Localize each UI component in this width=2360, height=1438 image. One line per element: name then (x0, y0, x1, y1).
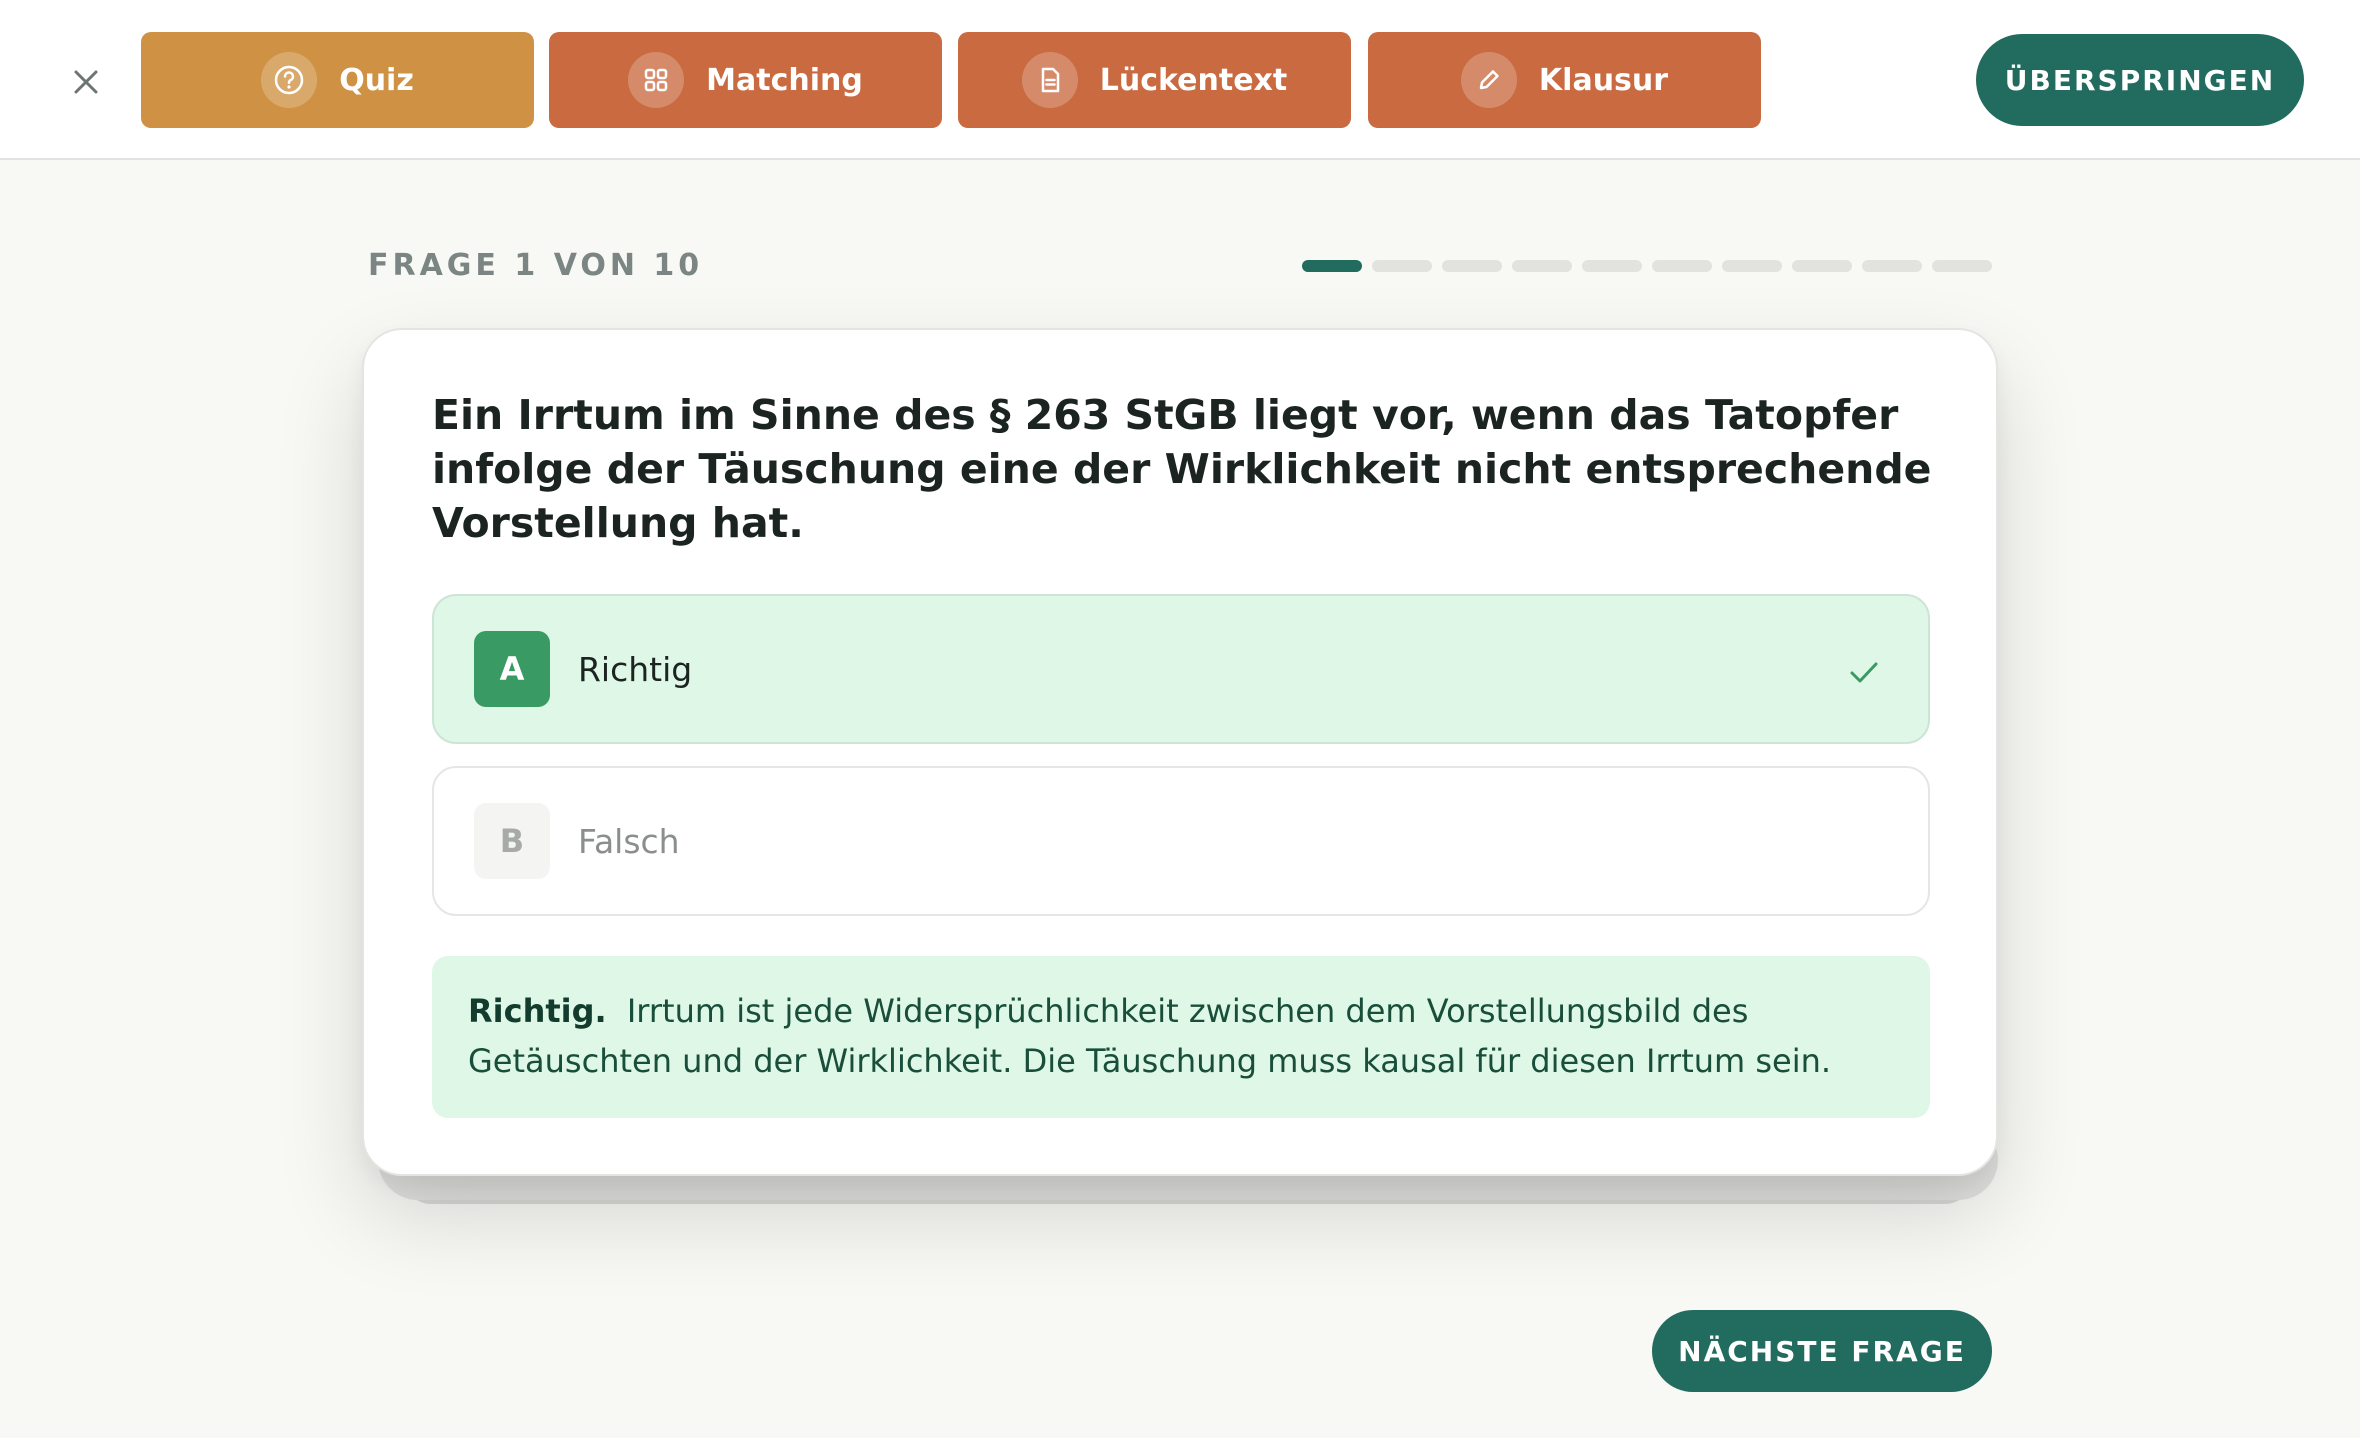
close-icon (74, 70, 98, 94)
progress-dot (1302, 260, 1362, 272)
progress-dot (1932, 260, 1992, 272)
question-text: Ein Irrtum im Sinne des § 263 StGB liegt… (432, 391, 1932, 547)
progress-dots (1302, 260, 1992, 272)
checkmark-icon (1850, 662, 1878, 683)
tab-label: Lückentext (1099, 62, 1288, 98)
option-letter: B (474, 803, 550, 879)
pencil-icon (1460, 52, 1517, 108)
question-counter: FRAGE 1 VON 10 (368, 248, 704, 283)
skip-button[interactable]: ÜBERSPRINGEN (1976, 34, 2304, 126)
grid-icon (628, 52, 685, 108)
option-label: Richtig (578, 649, 693, 689)
progress-dot (1372, 260, 1432, 272)
option-letter: A (474, 631, 550, 707)
progress-dot (1862, 260, 1922, 272)
progress-dot (1442, 260, 1502, 272)
progress-dot (1792, 260, 1852, 272)
question-card: Ein Irrtum im Sinne des § 263 StGB liegt… (362, 328, 1998, 1176)
progress-dot (1722, 260, 1782, 272)
feedback-box: Richtig. Irrtum ist jede Widersprüchlich… (432, 956, 1930, 1118)
feedback-title: Richtig. (468, 992, 607, 1030)
tab-label: Klausur (1538, 62, 1669, 98)
tab-label: Matching (706, 62, 863, 98)
progress-dot (1582, 260, 1642, 272)
answer-option-b[interactable]: B Falsch (432, 766, 1930, 916)
progress-dot (1652, 260, 1712, 272)
feedback-text: Irrtum ist jede Widersprüchlichkeit zwis… (468, 992, 1832, 1080)
close-button[interactable] (66, 62, 106, 102)
top-bar: Quiz Matching Lückentext Klausur ÜBERSPR… (0, 0, 2360, 160)
tab-klausur[interactable]: Klausur (1368, 32, 1761, 128)
document-icon (1021, 52, 1078, 108)
tab-matching[interactable]: Matching (549, 32, 942, 128)
tab-label: Quiz (339, 62, 414, 98)
tab-lueckentext[interactable]: Lückentext (958, 32, 1351, 128)
question-circle-icon (261, 52, 318, 108)
option-label: Falsch (578, 821, 680, 861)
progress-dot (1512, 260, 1572, 272)
answer-option-a[interactable]: A Richtig (432, 594, 1930, 744)
tab-quiz[interactable]: Quiz (141, 32, 534, 128)
next-question-button[interactable]: NÄCHSTE FRAGE (1652, 1310, 1992, 1392)
